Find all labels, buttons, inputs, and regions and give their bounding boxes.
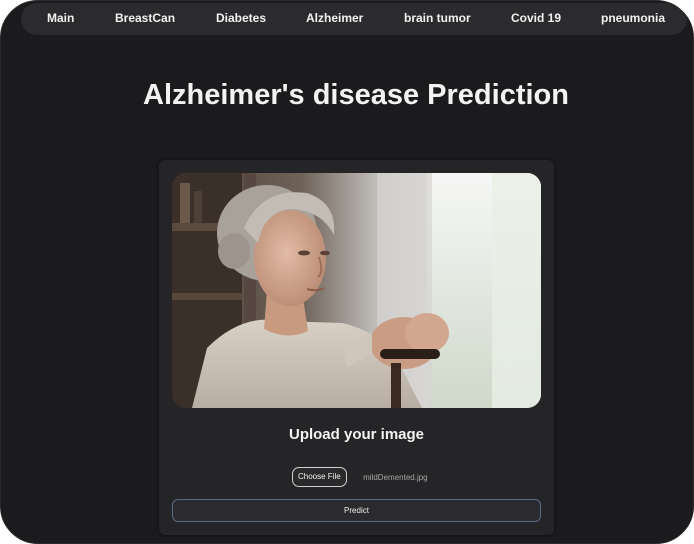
nav-item-main[interactable]: Main xyxy=(47,3,74,35)
upload-card: Upload your image Choose File mildDement… xyxy=(159,160,554,535)
top-navbar: Main BreastCan Diabetes Alzheimer brain … xyxy=(21,3,687,35)
choose-file-button[interactable]: Choose File xyxy=(292,467,347,487)
nav-item-breastcan[interactable]: BreastCan xyxy=(115,3,175,35)
nav-item-covid-19[interactable]: Covid 19 xyxy=(511,3,561,35)
upload-heading: Upload your image xyxy=(288,426,425,443)
nav-item-pneumonia[interactable]: pneumonia xyxy=(601,3,665,35)
nav-item-diabetes[interactable]: Diabetes xyxy=(216,3,266,35)
predict-button[interactable]: Predict xyxy=(172,499,541,522)
file-input-row: Choose File mildDemented.jpg xyxy=(292,467,428,489)
selected-file-name: mildDemented.jpg xyxy=(363,472,428,482)
page-title: Alzheimer's disease Prediction xyxy=(143,79,569,111)
app-window: Main BreastCan Diabetes Alzheimer brain … xyxy=(0,0,694,544)
nav-item-alzheimer[interactable]: Alzheimer xyxy=(306,3,363,35)
uploaded-image-preview xyxy=(172,173,541,408)
nav-item-brain-tumor[interactable]: brain tumor xyxy=(404,3,471,35)
